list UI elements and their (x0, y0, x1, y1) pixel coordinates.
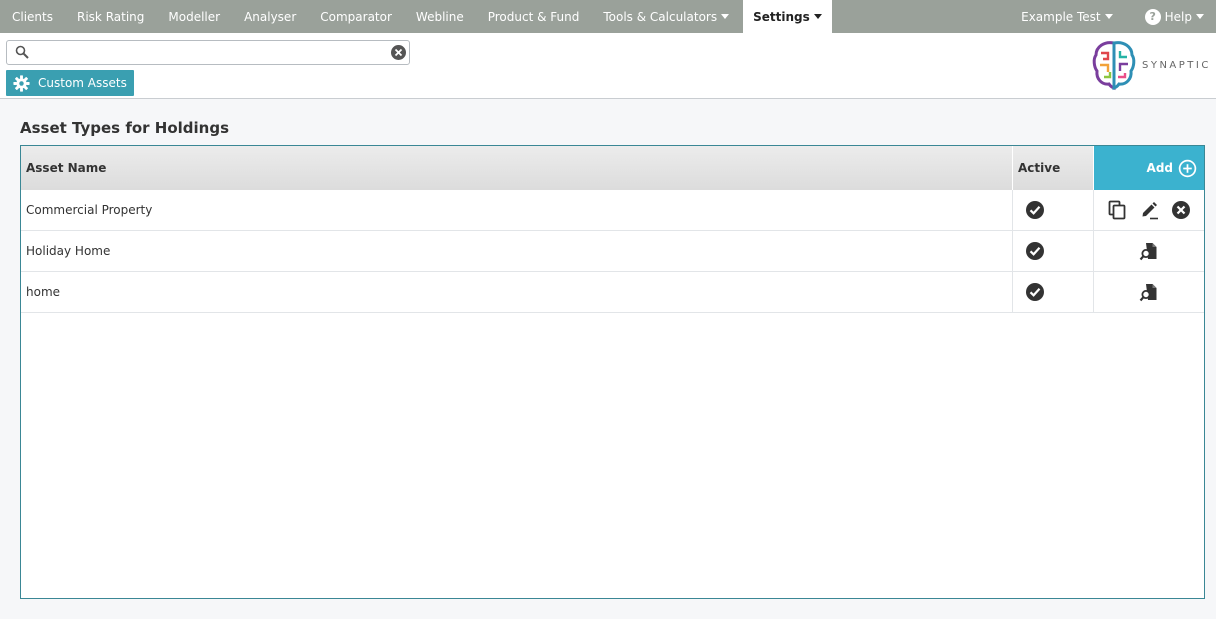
nav-risk-rating[interactable]: Risk Rating (65, 0, 156, 33)
search-icon (15, 45, 29, 59)
check-circle-icon (1026, 242, 1044, 260)
asset-name-cell: Holiday Home (21, 231, 1013, 271)
table-header: Asset Name Active Add (21, 146, 1204, 190)
page-title: Asset Types for Holdings (20, 119, 229, 137)
table-row: Commercial Property (21, 190, 1204, 231)
asset-name-cell: home (21, 272, 1013, 312)
nav-settings-label: Settings (753, 9, 810, 24)
top-nav: Clients Risk Rating Modeller Analyser Co… (0, 0, 1216, 33)
actions-cell (1094, 190, 1204, 230)
table-row: home (21, 272, 1204, 313)
gear-icon (13, 74, 30, 92)
nav-modeller[interactable]: Modeller (156, 0, 232, 33)
nav-clients-label: Clients (12, 9, 53, 24)
table-row: Holiday Home (21, 231, 1204, 272)
copy-icon[interactable] (1107, 200, 1127, 220)
view-document-icon[interactable] (1139, 241, 1159, 261)
actions-cell (1094, 231, 1204, 271)
asset-name-cell: Commercial Property (21, 190, 1013, 230)
search-box (6, 40, 410, 65)
synaptic-logo: SYNAPTIC (1092, 39, 1211, 91)
active-cell (1013, 272, 1094, 312)
actions-cell (1094, 272, 1204, 312)
clear-search-icon[interactable] (390, 44, 407, 61)
nav-settings[interactable]: Settings (743, 0, 832, 33)
brain-logo-icon (1092, 41, 1136, 91)
nav-comparator-label: Comparator (320, 9, 392, 24)
nav-risk-rating-label: Risk Rating (77, 9, 145, 24)
user-menu[interactable]: Example Test (1009, 0, 1133, 33)
search-input[interactable] (35, 43, 385, 62)
edit-icon[interactable] (1139, 200, 1159, 220)
nav-product-fund-label: Product & Fund (487, 9, 580, 24)
active-cell (1013, 190, 1094, 230)
chevron-down-icon (1104, 14, 1113, 19)
user-menu-label: Example Test (1021, 9, 1101, 24)
nav-webline-label: Webline (415, 9, 464, 24)
add-label: Add (1146, 161, 1173, 175)
nav-modeller-label: Modeller (168, 9, 221, 24)
add-asset-button[interactable]: Add (1094, 146, 1204, 190)
column-header-asset-name: Asset Name (21, 146, 1013, 190)
header-bar: Custom Assets SYNAPTIC (0, 33, 1216, 99)
nav-product-fund[interactable]: Product & Fund (476, 0, 592, 33)
nav-clients[interactable]: Clients (0, 0, 65, 33)
nav-tools-calculators-label: Tools & Calculators (603, 9, 718, 24)
nav-comparator[interactable]: Comparator (308, 0, 404, 33)
custom-assets-button[interactable]: Custom Assets (6, 70, 134, 96)
nav-right-group: Example Test ? Help (1009, 0, 1216, 33)
help-menu-label: Help (1164, 9, 1192, 24)
check-circle-icon (1026, 283, 1044, 301)
brand-name: SYNAPTIC (1142, 59, 1211, 71)
chevron-down-icon (813, 14, 822, 19)
nav-analyser[interactable]: Analyser (232, 0, 308, 33)
active-cell (1013, 231, 1094, 271)
plus-circle-icon (1178, 159, 1197, 177)
help-icon: ? (1144, 8, 1161, 25)
nav-tools-calculators[interactable]: Tools & Calculators (591, 0, 741, 33)
custom-assets-label: Custom Assets (38, 76, 127, 90)
chevron-down-icon (721, 14, 730, 19)
column-header-active: Active (1013, 146, 1094, 190)
delete-icon[interactable] (1171, 200, 1191, 220)
nav-analyser-label: Analyser (244, 9, 297, 24)
check-circle-icon (1026, 201, 1044, 219)
chevron-down-icon (1196, 14, 1204, 19)
view-document-icon[interactable] (1139, 282, 1159, 302)
asset-types-table: Asset Name Active Add Commercial Propert… (20, 145, 1205, 599)
help-menu[interactable]: ? Help (1133, 0, 1216, 33)
nav-webline[interactable]: Webline (404, 0, 476, 33)
